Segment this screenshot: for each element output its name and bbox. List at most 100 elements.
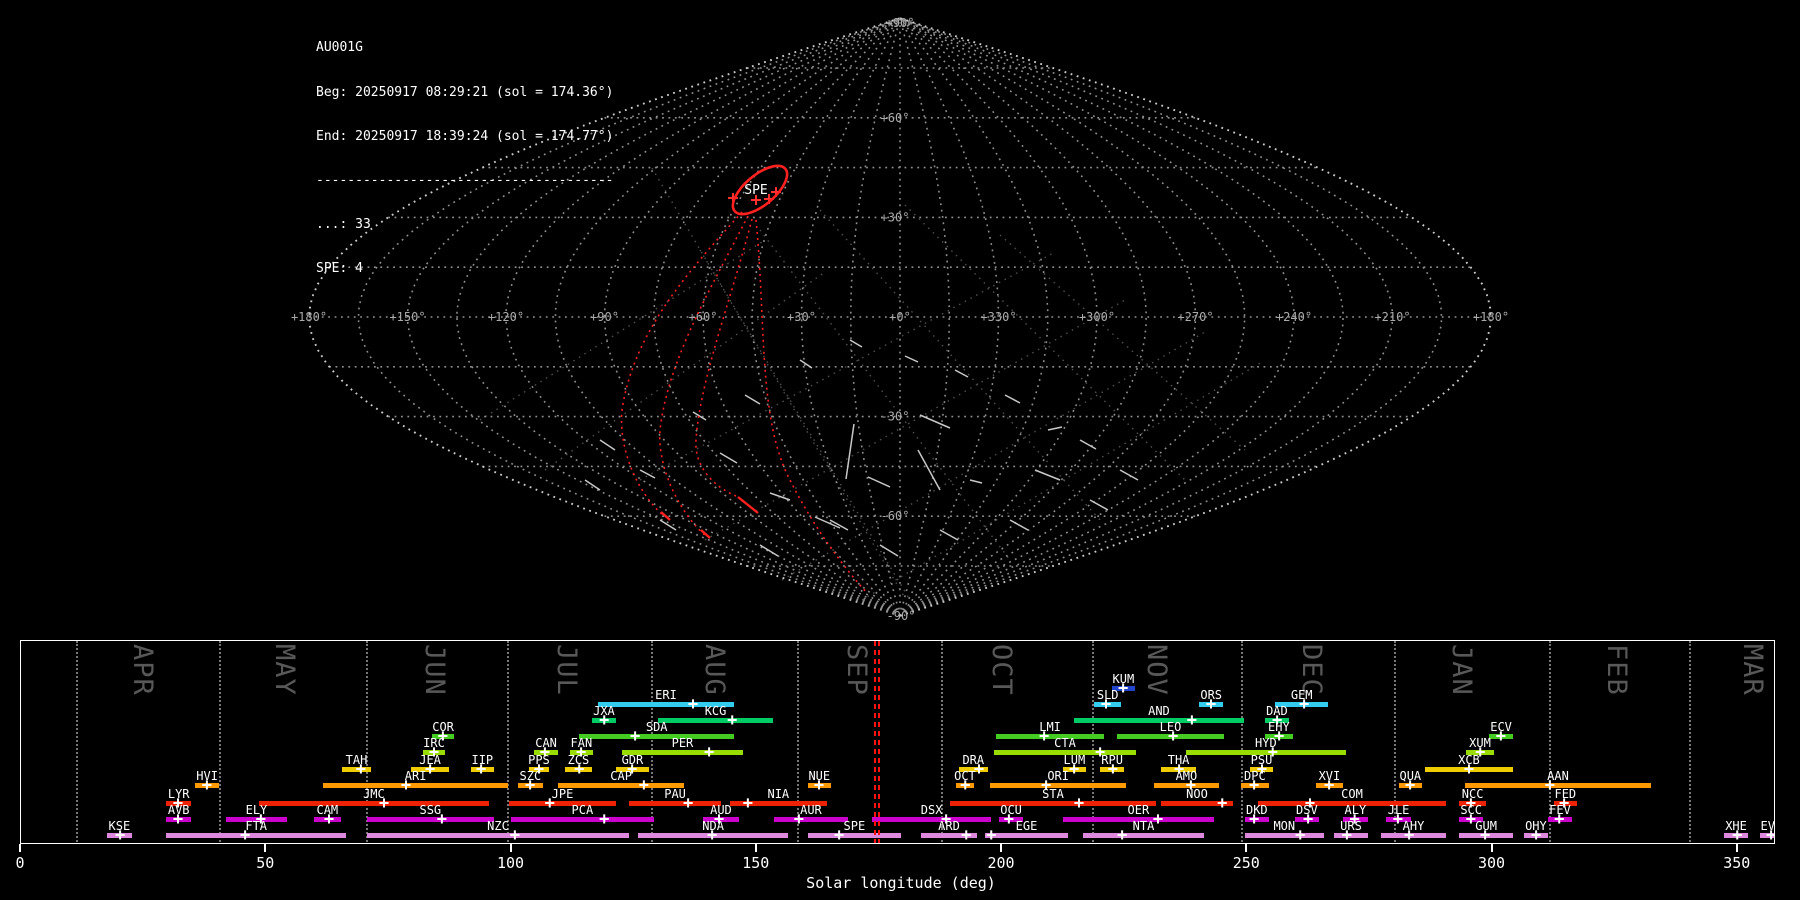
- x-axis-tick: [1490, 844, 1493, 852]
- shower-bar-sta: [950, 801, 1156, 806]
- meteor-track: [1089, 499, 1109, 511]
- month-boundary-line: [1689, 641, 1691, 843]
- latitude-label: -90°: [887, 609, 916, 623]
- longitude-label: +60°: [689, 310, 718, 324]
- shower-peak-marker-spe: +: [834, 825, 845, 844]
- shower-bar-pca: [511, 817, 654, 822]
- meteor-track: [1004, 394, 1021, 404]
- shower-label-sda: SDA: [645, 720, 668, 734]
- month-boundary-line: [1092, 641, 1094, 843]
- shower-bar-dsx: [872, 817, 992, 822]
- longitude-gridline: [899, 17, 1393, 617]
- meteor-track: [769, 492, 791, 501]
- begin-time: Beg: 20250917 08:29:21 (sol = 174.36°): [316, 84, 614, 100]
- background-chord: [651, 167, 906, 599]
- meteor-track: [954, 369, 969, 378]
- meteor-track: [879, 544, 899, 557]
- shower-peak-marker-nta: +: [1117, 825, 1128, 844]
- latitude-label: +30°: [881, 210, 910, 224]
- shower-peak-marker-ecv: +: [1495, 726, 1506, 746]
- current-sol-marker: [878, 641, 880, 843]
- shower-peak-marker-jmc: +: [378, 793, 390, 813]
- meteor-track: [799, 359, 813, 369]
- shower-label-noo: NOO: [1186, 787, 1208, 801]
- shower-label-kcg: KCG: [704, 704, 727, 718]
- shower-peak-marker-kcg: +: [727, 710, 738, 730]
- sky-map-sinusoidal-projection: +180° +150° +120° +90° +60° +30° +0° +330° +300°…: [291, 16, 1509, 623]
- shower-peak-marker-aan: +: [1544, 775, 1555, 795]
- shower-peak-marker-pau: +: [682, 793, 694, 813]
- longitude-gridline: [899, 17, 1049, 617]
- shower-peak-marker-avb: +: [172, 809, 184, 829]
- shower-label-cap: CAP: [610, 769, 632, 783]
- shower-peak-marker-jle: +: [1392, 809, 1403, 829]
- shower-peak-marker-szc: +: [525, 775, 536, 795]
- latitude-label: -30°: [881, 410, 910, 424]
- x-axis-tick-label: 250: [1232, 854, 1260, 872]
- shower-label-pca: PCA: [571, 803, 594, 817]
- shower-bar-aur: [773, 817, 848, 822]
- longitude-label: +90°: [590, 310, 619, 324]
- shower-label-jpe: JPE: [551, 787, 574, 801]
- meteor-track: [845, 423, 855, 480]
- shower-peak-marker-noo: +: [1217, 793, 1228, 813]
- latitude-label: +90°: [886, 16, 915, 30]
- shower-peak-marker-fta: +: [240, 825, 251, 844]
- spe-drift-curve: [620, 211, 743, 517]
- shower-peak-marker-gem: +: [1299, 694, 1310, 714]
- x-axis-tick-label: 50: [256, 854, 275, 872]
- shower-peak-marker-cap: +: [638, 775, 650, 795]
- month-boundary-line: [219, 641, 221, 843]
- shower-bar-jmc: [258, 801, 489, 806]
- shower-label-eri: ERI: [655, 688, 677, 702]
- shower-peak-marker-pca: +: [599, 809, 610, 829]
- shower-peak-marker-jxa: +: [599, 710, 610, 730]
- shower-bar-kcg: [658, 718, 773, 723]
- meteor-track: [969, 479, 983, 484]
- month-boundary-line: [1241, 641, 1243, 843]
- shower-peak-marker-jpe: +: [544, 793, 555, 813]
- shower-peak-marker-kum: +: [1118, 678, 1129, 698]
- meteor-track: [814, 516, 841, 529]
- shower-peak-marker-lum: +: [1068, 759, 1080, 779]
- shower-bar-nta: [1082, 833, 1205, 838]
- longitude-label: +120°: [488, 310, 524, 324]
- shower-label-ard: ARD: [938, 819, 960, 833]
- shower-bar-nzc: [366, 833, 630, 838]
- month-boundary-line: [366, 641, 368, 843]
- x-axis-tick: [1245, 844, 1248, 852]
- meteor-track: [867, 476, 891, 488]
- x-axis-tick: [264, 844, 267, 852]
- observation-info-block: AU001G Beg: 20250917 08:29:21 (sol = 174…: [316, 12, 613, 306]
- shower-peak-marker-iip: +: [475, 759, 487, 779]
- shower-bar-mon: [1244, 833, 1324, 838]
- shower-peak-marker-ohy: +: [1531, 825, 1542, 844]
- month-boundary-line: [507, 641, 509, 843]
- shower-peak-marker-jea: +: [424, 759, 436, 779]
- shower-label-per: PER: [671, 736, 694, 750]
- longitude-gridline: [751, 17, 901, 617]
- shower-peak-marker-rpu: +: [1107, 759, 1118, 779]
- shower-peak-marker-cam: +: [323, 809, 335, 829]
- spe-map-label: SPE: [744, 183, 767, 198]
- separator-line: --------------------------------------: [316, 172, 614, 188]
- x-axis-tick-label: 0: [15, 854, 25, 872]
- meteor-track: [639, 469, 656, 479]
- shower-peak-marker-sda: +: [629, 726, 641, 746]
- shower-label-cta: CTA: [1054, 736, 1076, 750]
- shower-peak-marker-dpc: +: [1248, 775, 1260, 795]
- shower-peak-marker-sld: +: [1100, 694, 1112, 714]
- shower-peak-marker-hvi: +: [201, 775, 213, 795]
- shower-peak-marker-dkd: +: [1248, 809, 1260, 829]
- month-label: JAN: [1446, 644, 1477, 696]
- shower-peak-marker-aur: +: [793, 809, 805, 829]
- shower-peak-marker-oct: +: [960, 775, 971, 795]
- x-axis-tick-label: 200: [987, 854, 1015, 872]
- shower-peak-marker-urs: +: [1341, 825, 1352, 844]
- background-chord: [904, 204, 1186, 481]
- shower-label-ege: EGE: [1015, 819, 1038, 833]
- meteor-track: [939, 529, 959, 541]
- x-axis-tick-label: 300: [1477, 854, 1506, 872]
- month-label: JUL: [551, 644, 582, 696]
- x-axis-tick: [1735, 844, 1738, 852]
